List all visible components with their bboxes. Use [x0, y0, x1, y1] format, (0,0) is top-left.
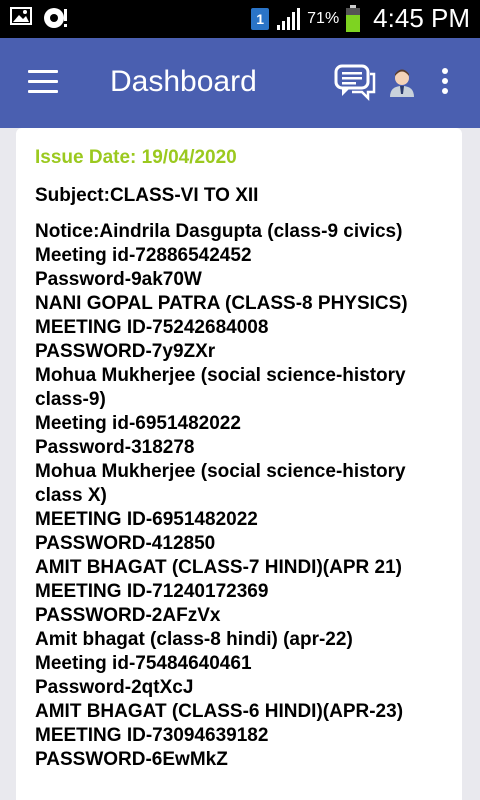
profile-avatar-icon[interactable]: [389, 69, 415, 97]
notice-line: MEETING ID-73094639182: [35, 725, 269, 746]
notice-line: class-9): [35, 389, 106, 410]
status-right-icons: 1 71% 4:45 PM: [251, 3, 470, 34]
notice-line: AMIT BHAGAT (CLASS-7 HINDI)(APR 21): [35, 557, 402, 578]
app-bar: Dashboard: [0, 38, 480, 128]
notice-line: Password-318278: [35, 437, 195, 458]
chat-icon[interactable]: [334, 64, 376, 102]
notice-line: Password-2qtXcJ: [35, 677, 194, 698]
notice-line: Notice:Aindrila Dasgupta (class-9 civics…: [35, 221, 403, 242]
gallery-icon: [10, 7, 32, 25]
battery-percent: 71%: [307, 9, 340, 27]
notice-card: Issue Date: 19/04/2020 Subject:CLASS-VI …: [16, 128, 462, 800]
notice-line: Meeting id-72886542452: [35, 245, 252, 266]
sim-icon: 1: [251, 7, 270, 30]
notice-line: Meeting id-6951482022: [35, 413, 241, 434]
notice-line: MEETING ID-6951482022: [35, 509, 258, 530]
page-title: Dashboard: [110, 65, 257, 98]
notice-line: PASSWORD-412850: [35, 533, 216, 554]
notice-line: PASSWORD-7y9ZXr: [35, 341, 216, 362]
notice-line: MEETING ID-71240172369: [35, 581, 269, 602]
notice-line: PASSWORD-2AFzVx: [35, 605, 221, 626]
notice-line: Password-9ak70W: [35, 269, 202, 290]
notice-body: Notice:Aindrila Dasgupta (class-9 civics…: [35, 220, 462, 772]
notice-line: class X): [35, 485, 107, 506]
notice-subject: Subject:CLASS-VI TO XII: [35, 185, 259, 206]
issue-date: Issue Date: 19/04/2020: [35, 147, 237, 168]
status-left-icons: [10, 6, 70, 30]
notice-line: MEETING ID-75242684008: [35, 317, 269, 338]
hamburger-menu-icon[interactable]: [28, 70, 58, 93]
clock: 4:45 PM: [373, 3, 470, 33]
notice-line: AMIT BHAGAT (CLASS-6 HINDI)(APR-23): [35, 701, 404, 722]
signal-icon: [277, 7, 301, 30]
status-bar: 1 71% 4:45 PM: [0, 0, 480, 38]
notice-line: Meeting id-75484640461: [35, 653, 252, 674]
media-icon: [44, 8, 67, 28]
notice-line: Mohua Mukherjee (social science-history: [35, 461, 406, 482]
notice-line: NANI GOPAL PATRA (CLASS-8 PHYSICS): [35, 293, 408, 314]
battery-icon: [346, 4, 361, 32]
notice-line: Mohua Mukherjee (social science-history: [35, 365, 406, 386]
notice-line: Amit bhagat (class-8 hindi) (apr-22): [35, 629, 353, 650]
notice-line: PASSWORD-6EwMkZ: [35, 749, 228, 770]
more-options-icon[interactable]: [440, 68, 450, 98]
